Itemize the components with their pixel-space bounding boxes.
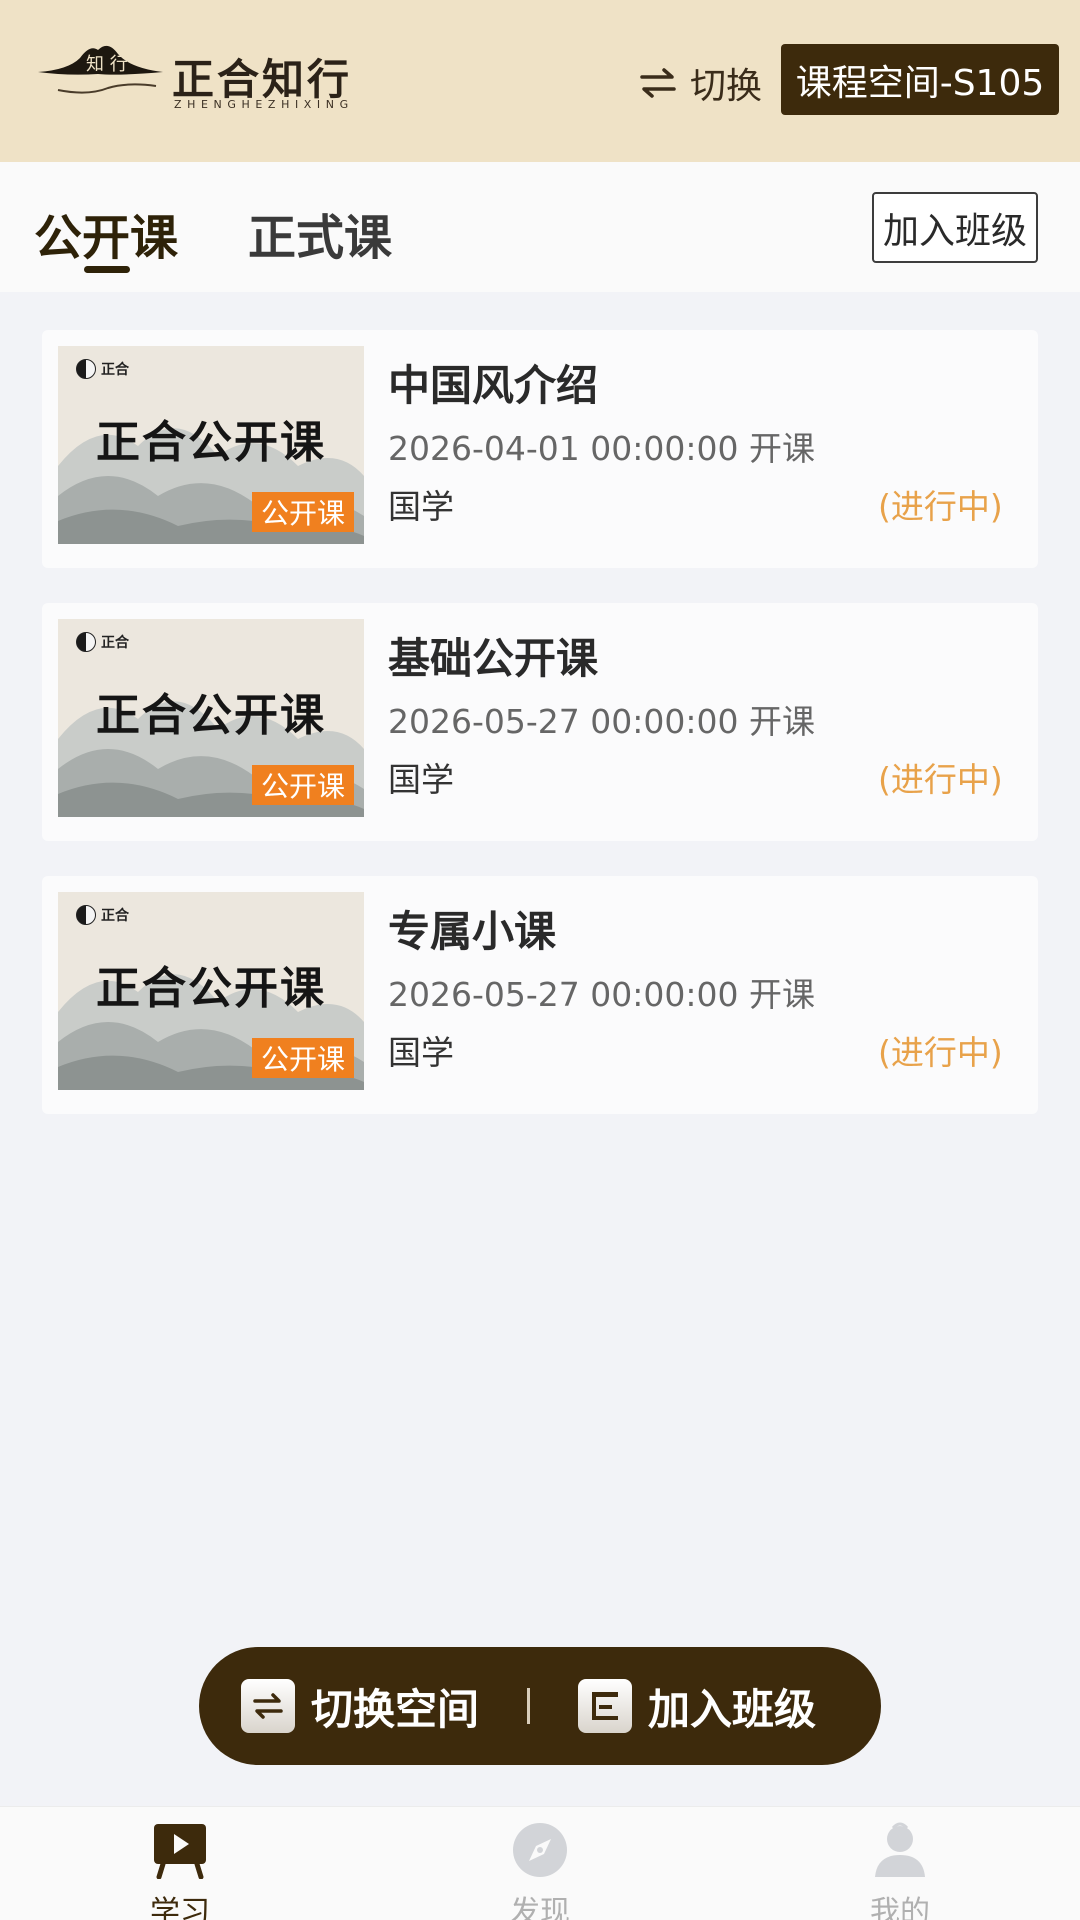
course-date: 2026-05-27 00:00:00 开课 (388, 975, 815, 1014)
profile-icon (871, 1821, 929, 1879)
course-date: 2026-04-01 00:00:00 开课 (388, 429, 815, 468)
course-category: 国学 (388, 760, 454, 799)
float-divider (527, 1688, 531, 1724)
taiji-icon (76, 905, 96, 925)
switch-space-link[interactable]: 切换 (640, 58, 762, 108)
course-name: 中国风介绍 (388, 361, 599, 410)
mountain-logo-icon: 知 行 (38, 45, 163, 94)
floating-action-bar: 切换空间 加入班级 (199, 1647, 881, 1765)
thumb-tag: 公开课 (252, 765, 354, 805)
nav-label-discover: 发现 (510, 1895, 570, 1920)
thumb-brand: 正合 (101, 908, 129, 924)
course-date: 2026-05-27 00:00:00 开课 (388, 702, 815, 741)
svg-text:知 行: 知 行 (86, 54, 128, 75)
tab-formal-course[interactable]: 正式课 (248, 198, 392, 268)
thumb-brand: 正合 (101, 635, 129, 651)
taiji-icon (76, 632, 96, 652)
course-category: 国学 (388, 487, 454, 526)
switch-space-label: 切换空间 (311, 1684, 480, 1734)
tab-public-course[interactable]: 公开课 (34, 198, 178, 268)
join-class-button[interactable]: 加入班级 (872, 192, 1038, 263)
app-header: 知 行 正合知行 ZHENGHEZHIXING 切换 课程空间-S105 (0, 0, 1080, 162)
nav-label-profile: 我的 (870, 1895, 930, 1920)
thumb-title: 正合公开课 (96, 963, 326, 1014)
logo-subtitle: ZHENGHEZHIXING (174, 98, 354, 111)
nav-item-profile[interactable]: 我的 (820, 1821, 980, 1920)
course-name: 基础公开课 (388, 634, 599, 683)
thumb-tag: 公开课 (252, 492, 354, 532)
thumb-title: 正合公开课 (96, 417, 326, 468)
compass-icon (511, 1821, 569, 1879)
join-class-float-label: 加入班级 (648, 1684, 817, 1734)
app-logo: 知 行 正合知行 ZHENGHEZHIXING (38, 40, 368, 120)
join-class-float-button[interactable]: 加入班级 (578, 1676, 816, 1737)
play-board-icon (151, 1821, 209, 1880)
swap-arrows-icon (640, 68, 676, 98)
thumb-tag: 公开课 (252, 1038, 354, 1078)
nav-item-discover[interactable]: 发现 (460, 1821, 620, 1920)
course-name: 专属小课 (388, 907, 557, 956)
active-tab-indicator (84, 266, 130, 273)
nav-item-study[interactable]: 学习 (100, 1821, 260, 1920)
course-list: 正合 正合公开课 公开课 中国风介绍 2026-04-01 00:00:00 开… (42, 330, 1038, 1149)
thumb-title: 正合公开课 (96, 690, 326, 741)
join-class-icon (578, 1679, 633, 1733)
course-thumbnail: 正合 正合公开课 公开课 (58, 892, 364, 1090)
nav-label-study: 学习 (150, 1895, 210, 1920)
thumb-brand: 正合 (101, 362, 129, 378)
course-card[interactable]: 正合 正合公开课 公开课 专属小课 2026-05-27 00:00:00 开课… (42, 876, 1038, 1114)
switch-space-icon (241, 1679, 295, 1733)
bottom-navigation: 学习 发现 我的 (0, 1806, 1080, 1920)
course-thumbnail: 正合 正合公开课 公开课 (58, 346, 364, 544)
course-card[interactable]: 正合 正合公开课 公开课 基础公开课 2026-05-27 00:00:00 开… (42, 603, 1038, 841)
switch-space-button[interactable]: 切换空间 (241, 1676, 479, 1737)
taiji-icon (76, 359, 96, 379)
course-status: (进行中) (878, 760, 1003, 799)
course-thumbnail: 正合 正合公开课 公开课 (58, 619, 364, 817)
course-card[interactable]: 正合 正合公开课 公开课 中国风介绍 2026-04-01 00:00:00 开… (42, 330, 1038, 568)
switch-label: 切换 (690, 66, 763, 107)
current-space-badge[interactable]: 课程空间-S105 (781, 44, 1059, 115)
course-status: (进行中) (878, 1033, 1003, 1072)
course-category: 国学 (388, 1033, 454, 1072)
course-status: (进行中) (878, 487, 1003, 526)
